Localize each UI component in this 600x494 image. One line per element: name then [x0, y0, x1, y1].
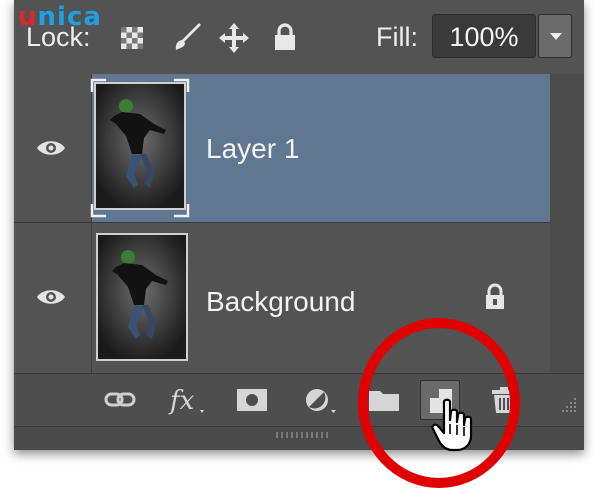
lock-position-icon[interactable]: [218, 22, 249, 53]
jumping-dancer-photo: [98, 235, 186, 359]
new-adjustment-layer-icon[interactable]: [300, 380, 340, 420]
visibility-column: [14, 223, 92, 373]
lock-image-pixels-icon[interactable]: [170, 22, 201, 52]
add-layer-style-icon[interactable]: fx: [168, 380, 208, 420]
hand-cursor-icon: [431, 398, 473, 452]
layer-thumbnail: [96, 233, 188, 361]
layer-name[interactable]: Layer 1: [206, 132, 299, 166]
eye-icon[interactable]: [36, 138, 66, 158]
layer-selected-corner-marks: [90, 78, 190, 218]
layers-panel: unica Lock: Fill: 100% Layer 1 Backgroun…: [14, 0, 584, 450]
chevron-down-icon: [550, 33, 562, 40]
fill-value-field[interactable]: 100%: [432, 14, 536, 58]
layers-scrollbar[interactable]: [550, 74, 584, 372]
layers-bottom-toolbar: fx: [14, 373, 584, 426]
layer-name[interactable]: Background: [206, 285, 355, 319]
fill-dropdown-button[interactable]: [538, 14, 572, 58]
lock-label: Lock:: [26, 22, 91, 52]
delete-layer-icon[interactable]: [484, 380, 524, 420]
resize-grip-icon[interactable]: [560, 396, 578, 414]
fx-label: fx: [168, 386, 195, 416]
add-layer-mask-icon[interactable]: [232, 380, 272, 420]
panel-drag-grip-icon[interactable]: [274, 431, 334, 439]
lock-transparent-pixels-icon[interactable]: [118, 22, 148, 52]
new-group-icon[interactable]: [364, 380, 404, 420]
layer-lock-icon[interactable]: [484, 283, 506, 311]
fill-label: Fill:: [376, 22, 418, 52]
link-layers-icon[interactable]: [100, 380, 140, 420]
layer-row-layer-1[interactable]: Layer 1: [14, 74, 584, 222]
layer-row-background[interactable]: Background: [14, 222, 584, 373]
lock-fill-bar: Lock: Fill: 100%: [14, 0, 584, 74]
lock-all-icon[interactable]: [272, 22, 302, 52]
eye-icon[interactable]: [36, 287, 66, 307]
panel-bottom-strip: [14, 426, 584, 450]
visibility-column: [14, 74, 92, 222]
